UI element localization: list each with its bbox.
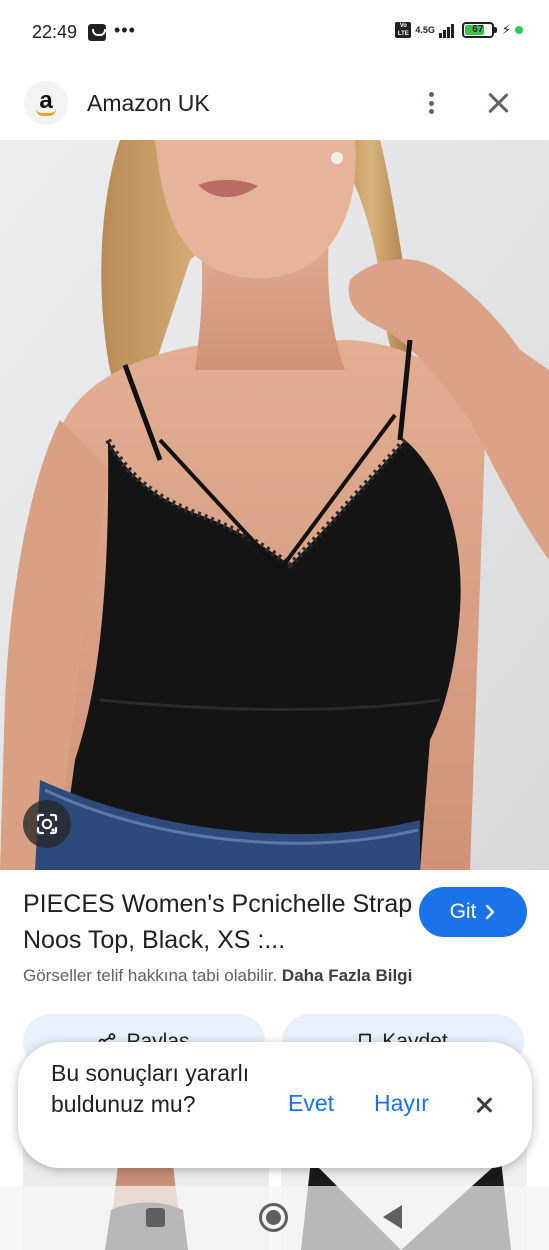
more-vert-icon[interactable] xyxy=(420,89,442,117)
visit-button[interactable]: Git xyxy=(419,887,527,937)
privacy-indicator xyxy=(515,26,523,34)
volte-badge: Vo LTE xyxy=(395,22,412,38)
product-title[interactable]: PIECES Women's Pcnichelle Strap Noos Top… xyxy=(23,886,413,958)
back-icon[interactable] xyxy=(383,1205,402,1229)
viewer-header: a Amazon UK xyxy=(0,62,549,140)
close-icon[interactable] xyxy=(473,1094,495,1116)
copyright-text: Görseller telif hakkına tabi olabilir. xyxy=(23,966,278,985)
feedback-question: Bu sonuçları yararlı buldunuz mu? xyxy=(51,1060,250,1117)
signal-icon xyxy=(438,22,454,38)
home-icon[interactable] xyxy=(259,1203,288,1232)
feedback-no-button[interactable]: Hayır xyxy=(374,1090,429,1117)
battery-level: 67 xyxy=(472,24,484,35)
recent-apps-icon[interactable] xyxy=(146,1208,165,1227)
close-icon[interactable] xyxy=(484,89,512,117)
feedback-yes-button[interactable]: Evet xyxy=(288,1090,334,1117)
status-time: 22:49 xyxy=(32,22,78,42)
google-lens-icon[interactable] xyxy=(23,800,71,848)
visit-button-label: Git xyxy=(449,900,477,923)
status-overflow: ••• xyxy=(114,20,136,40)
system-nav-bar xyxy=(0,1186,549,1250)
status-indicators: Vo LTE 4.5G 67 ⚡ xyxy=(395,22,523,38)
product-photo-illustration xyxy=(0,140,549,870)
notification-icon xyxy=(88,24,106,41)
amazon-smile-icon xyxy=(36,109,56,116)
battery-icon: 67 xyxy=(461,22,497,38)
site-logo[interactable]: a xyxy=(24,81,68,125)
network-type: 4.5G xyxy=(415,24,435,35)
chevron-right-icon xyxy=(486,904,495,920)
status-bar: 22:49 ••• Vo LTE 4.5G 67 ⚡ xyxy=(0,0,549,62)
feedback-prompt: Bu sonuçları yararlı buldunuz mu? Evet H… xyxy=(18,1042,532,1168)
copyright-notice: Görseller telif hakkına tabi olabilir. D… xyxy=(23,966,412,986)
more-info-link[interactable]: Daha Fazla Bilgi xyxy=(282,966,412,985)
product-image[interactable] xyxy=(0,140,549,870)
site-name[interactable]: Amazon UK xyxy=(87,90,210,117)
charging-icon: ⚡ xyxy=(501,22,511,37)
